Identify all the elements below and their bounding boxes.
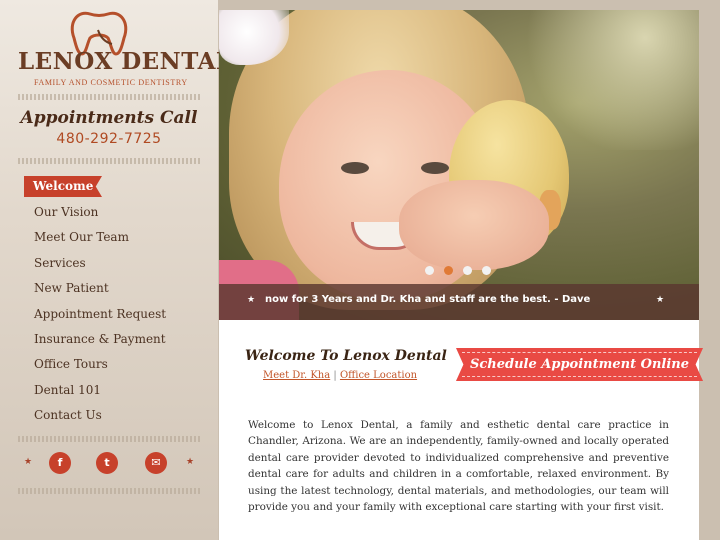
appointments-title: Appointments Call xyxy=(20,108,198,128)
meet-dr-kha-link[interactable]: Meet Dr. Kha xyxy=(263,370,330,381)
logo-text: LENOX DENTAL xyxy=(18,48,233,75)
schedule-appointment-button[interactable]: Schedule Appointment Online xyxy=(456,348,703,381)
nav-item-our-vision[interactable]: Our Vision xyxy=(24,201,204,226)
nav-item-appointment-request[interactable]: Appointment Request xyxy=(24,303,204,328)
welcome-body: Welcome to Lenox Dental, a family and es… xyxy=(248,419,669,514)
nav-item-dental-101[interactable]: Dental 101 xyxy=(24,379,204,404)
nav-item-welcome[interactable]: Welcome xyxy=(24,176,102,197)
divider xyxy=(18,158,202,164)
star-icon: ★ xyxy=(656,295,665,305)
logo-tagline: FAMILY AND COSMETIC DENTISTRY xyxy=(34,78,188,87)
testimonial-ticker: ★ now for 3 Years and Dr. Kha and staff … xyxy=(219,284,699,320)
facebook-icon[interactable]: f xyxy=(49,452,71,474)
star-icon: ★ xyxy=(24,457,33,467)
logo[interactable]: LENOX DENTAL FAMILY AND COSMETIC DENTIST… xyxy=(14,8,232,87)
star-icon: ★ xyxy=(186,457,195,467)
slider-dot-1[interactable] xyxy=(425,266,434,275)
nav-item-office-tours[interactable]: Office Tours xyxy=(24,353,204,378)
divider xyxy=(18,436,202,442)
slider-dots xyxy=(425,266,497,276)
slider-dot-2[interactable] xyxy=(444,266,453,275)
testimonial-text: now for 3 Years and Dr. Kha and staff ar… xyxy=(265,294,591,305)
nav-item-services[interactable]: Services xyxy=(24,252,204,277)
main-nav: Welcome Our Vision Meet Our Team Service… xyxy=(24,175,204,430)
slider-dot-4[interactable] xyxy=(482,266,491,275)
sidebar: LENOX DENTAL FAMILY AND COSMETIC DENTIST… xyxy=(0,0,232,540)
nav-item-meet-our-team[interactable]: Meet Our Team xyxy=(24,226,204,251)
welcome-panel: Welcome To Lenox Dental Meet Dr. Kha | O… xyxy=(219,320,703,540)
star-icon: ★ xyxy=(247,295,256,305)
link-separator: | xyxy=(333,370,337,381)
schedule-appointment-label: Schedule Appointment Online xyxy=(469,357,690,372)
welcome-heading: Welcome To Lenox Dental xyxy=(245,348,447,364)
divider xyxy=(18,488,202,494)
nav-item-insurance-payment[interactable]: Insurance & Payment xyxy=(24,328,204,353)
twitter-icon[interactable]: t xyxy=(96,452,118,474)
office-location-link[interactable]: Office Location xyxy=(340,370,417,381)
email-icon[interactable]: ✉ xyxy=(145,452,167,474)
nav-item-contact-us[interactable]: Contact Us xyxy=(24,404,204,429)
divider xyxy=(18,94,202,100)
social-links: ★ f t ✉ ★ xyxy=(22,452,198,476)
welcome-links: Meet Dr. Kha | Office Location xyxy=(263,370,417,381)
slider-dot-3[interactable] xyxy=(463,266,472,275)
hero-slider[interactable]: ★ now for 3 Years and Dr. Kha and staff … xyxy=(219,10,699,320)
nav-item-new-patient[interactable]: New Patient xyxy=(24,277,204,302)
phone-number[interactable]: 480-292-7725 xyxy=(0,131,218,147)
